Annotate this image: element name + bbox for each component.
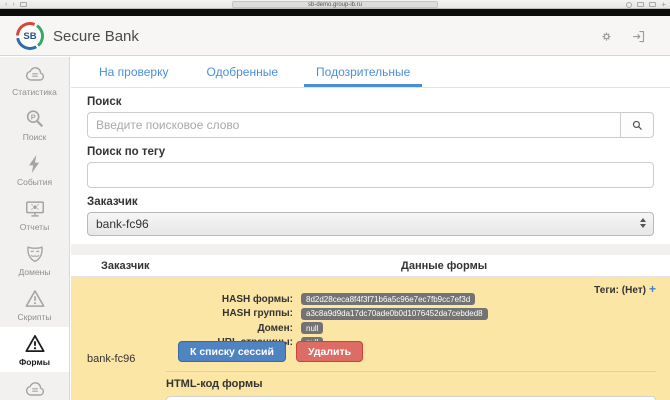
form-hash-label: HASH формы: (71, 294, 293, 305)
main-content: На проверку Одобренные Подозрительные По… (71, 57, 670, 400)
sidebar-item-verified[interactable]: Проверенные (0, 372, 69, 400)
sessions-list-button[interactable]: К списку сессий (178, 341, 286, 362)
stats-report-icon (24, 63, 46, 85)
monitor-bug-icon (24, 198, 46, 220)
browser-share-icon[interactable] (637, 2, 644, 7)
tag-search-input[interactable] (87, 162, 654, 188)
domain-label: Домен: (71, 323, 293, 334)
meta-row-form-hash: HASH формы: 8d2d28ceca8f4f3f71b6a5c96e7e… (71, 293, 488, 305)
search-p-icon: P (24, 108, 46, 130)
col-header-form-data: Данные формы (401, 260, 487, 272)
page: ‹ › sb-demo.group-ib.ru + SB Secure Bank (0, 0, 670, 400)
warning-triangle-icon (24, 333, 46, 355)
customer-select-value: bank-fc96 (96, 217, 149, 231)
logout-icon[interactable] (631, 29, 646, 44)
sidebar-item-statistics[interactable]: Статистика (0, 57, 69, 102)
sidebar-item-forms[interactable]: Формы (0, 327, 69, 372)
verified-report-icon (24, 378, 46, 400)
warning-triangle-icon (24, 288, 46, 310)
search-button[interactable] (620, 112, 654, 138)
sidebar-label: События (17, 177, 52, 187)
sidebar-label: Домены (19, 267, 51, 277)
table-header-row: Заказчик Данные формы (71, 255, 670, 277)
app-header: SB Secure Bank (0, 16, 670, 56)
form-hash-badge: 8d2d28ceca8f4f3f71b6a5c96e7ec7fb9cc7ef3d (301, 293, 475, 305)
col-header-customer: Заказчик (101, 260, 149, 272)
search-input[interactable] (87, 112, 620, 138)
group-hash-label: HASH группы: (71, 308, 293, 319)
tab-bar: На проверку Одобренные Подозрительные (71, 57, 670, 88)
page-top-bar (0, 9, 670, 16)
browser-download-icon[interactable] (626, 2, 632, 8)
settings-gear-icon[interactable] (599, 29, 614, 44)
browser-back-icon[interactable]: ‹ (5, 2, 7, 7)
browser-address-bar[interactable]: sb-demo.group-ib.ru (232, 1, 438, 8)
sidebar-label: Формы (19, 357, 50, 367)
row-customer-value: bank-fc96 (87, 353, 135, 365)
suspicious-form-row: Теги: (Нет)+ HASH формы: 8d2d28ceca8f4f3… (71, 277, 670, 400)
form-html-title: HTML-код формы (166, 378, 656, 390)
sidebar-label: Статистика (12, 87, 57, 97)
domain-badge: null (301, 322, 323, 334)
browser-forward-icon[interactable]: › (12, 2, 14, 7)
delete-button[interactable]: Удалить (296, 341, 363, 362)
logo-text: SB (19, 25, 41, 47)
sidebar-label: Поиск (23, 132, 47, 142)
browser-tabs-icon[interactable] (649, 2, 656, 7)
sidebar-item-scripts[interactable]: Скрипты (0, 282, 69, 327)
browser-url: sb-demo.group-ib.ru (308, 2, 362, 8)
browser-toolbar: ‹ › sb-demo.group-ib.ru + (0, 0, 670, 9)
tag-search-label: Поиск по тегу (87, 146, 654, 158)
sidebar-label: Отчеты (20, 222, 49, 232)
sidebar-item-reports[interactable]: Отчеты (0, 192, 69, 237)
group-hash-badge: a3c8a9d9da17dc70ade0b0d1076452da7cebded8 (301, 308, 488, 320)
search-label: Поиск (87, 96, 654, 108)
add-tag-button[interactable]: + (649, 282, 656, 296)
sidebar: Статистика P Поиск События Отчеты (0, 57, 70, 400)
divider (166, 371, 656, 372)
meta-row-domain: Домен: null (71, 322, 488, 334)
form-html-section: HTML-код формы <form action="https://url… (166, 371, 656, 400)
form-html-code: <form action="https://url-174.mask/ipche… (166, 396, 656, 400)
customer-select[interactable]: bank-fc96 (87, 212, 654, 236)
filters-section: Поиск Поиск по тегу Заказчик bank-fc96 (71, 88, 670, 236)
meta-row-group-hash: HASH группы: a3c8a9d9da17dc70ade0b0d1076… (71, 308, 488, 320)
sidebar-item-search[interactable]: P Поиск (0, 102, 69, 147)
mask-icon (24, 243, 46, 265)
browser-new-tab-icon[interactable]: + (661, 1, 666, 8)
sidebar-item-domains[interactable]: Домены (0, 237, 69, 282)
secure-bank-logo: SB (16, 22, 44, 50)
section-divider-band (71, 244, 670, 255)
lightning-icon (24, 153, 46, 175)
tab-for-review[interactable]: На проверку (87, 57, 181, 87)
search-icon (631, 119, 644, 132)
app-title: Secure Bank (53, 28, 139, 45)
browser-sidebar-icon[interactable] (20, 2, 27, 7)
select-stepper-icon (640, 218, 646, 228)
tags-label: Теги: (Нет) (594, 285, 646, 296)
sidebar-label: Скрипты (18, 312, 52, 322)
svg-text:P: P (30, 112, 35, 121)
tab-approved[interactable]: Одобренные (195, 57, 291, 87)
customer-label: Заказчик (87, 196, 654, 208)
tab-suspicious[interactable]: Подозрительные (304, 57, 422, 87)
sidebar-item-events[interactable]: События (0, 147, 69, 192)
